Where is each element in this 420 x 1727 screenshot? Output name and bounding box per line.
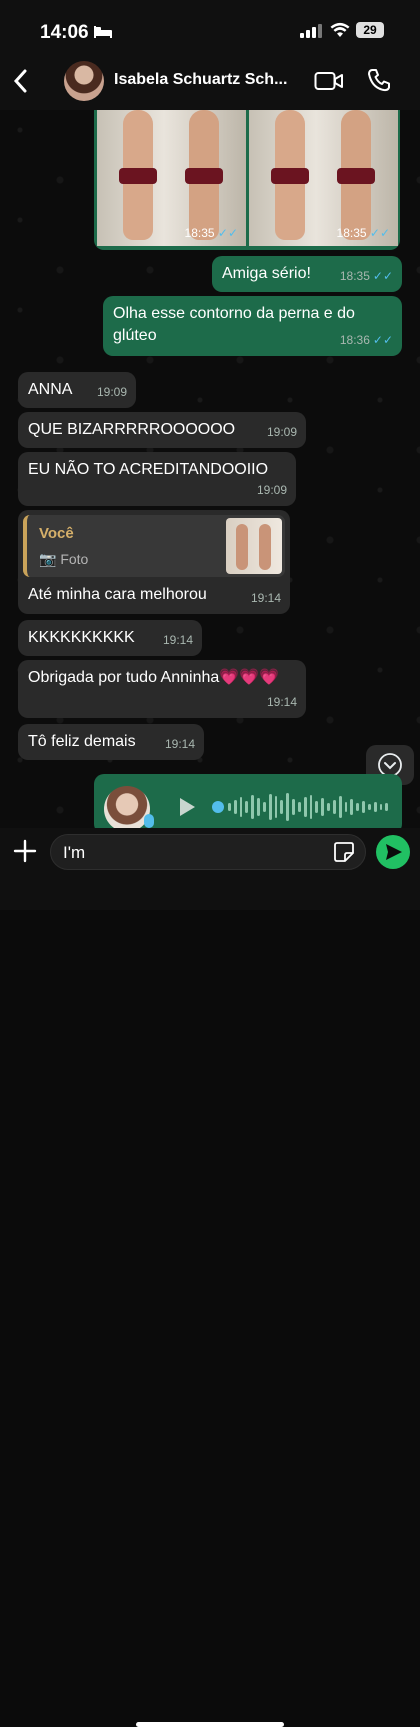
camera-icon: 📷 xyxy=(39,551,57,567)
contact-name[interactable]: Isabela Schuartz Sch... xyxy=(114,71,302,89)
back-arrow-icon[interactable] xyxy=(10,66,32,96)
message-meta: 19:09 xyxy=(256,483,287,497)
contact-avatar[interactable] xyxy=(64,61,104,101)
message-text: Tô feliz demais xyxy=(28,733,136,750)
message-meta: 18:35 ✓✓ xyxy=(339,269,393,283)
incoming-message[interactable]: KKKKKKKKKK 19:14 xyxy=(18,620,202,656)
reply-message[interactable]: Você 📷 Foto Até minha cara melhorou 19:1… xyxy=(18,510,290,614)
message-meta: 19:14 xyxy=(162,633,193,647)
photo-thumbnail[interactable]: 18:35 ✓✓ xyxy=(97,110,246,246)
playback-slider-thumb[interactable] xyxy=(212,801,224,813)
message-text: Obrigada por tudo Anninha💗💗💗 xyxy=(28,669,280,686)
send-icon xyxy=(386,844,402,860)
wifi-icon xyxy=(330,22,350,37)
message-text: QUE BIZARRRRROOOOOO xyxy=(28,421,236,438)
message-text: Até minha cara melhorou xyxy=(28,586,207,603)
message-input-text[interactable]: I'm xyxy=(63,843,85,863)
incoming-message[interactable]: ANNA 19:09 xyxy=(18,372,136,408)
send-button[interactable] xyxy=(376,835,410,869)
quoted-message[interactable]: Você 📷 Foto xyxy=(23,515,285,577)
message-meta: 19:14 xyxy=(266,695,297,709)
message-text: ANNA xyxy=(28,381,73,398)
bed-icon xyxy=(94,26,112,38)
image-meta: 18:35 ✓✓ xyxy=(184,226,238,240)
quote-type: 📷 Foto xyxy=(39,551,89,567)
incoming-message[interactable]: Obrigada por tudo Anninha💗💗💗 19:14 xyxy=(18,660,306,718)
message-text: KKKKKKKKKK xyxy=(28,629,135,646)
message-text: Amiga sério! xyxy=(222,265,311,282)
home-indicator xyxy=(136,1722,284,1727)
quote-author: Você xyxy=(39,525,74,542)
message-input[interactable]: I'm xyxy=(50,834,366,870)
message-meta: 19:14 xyxy=(250,591,281,605)
plus-icon[interactable] xyxy=(12,838,38,864)
sticker-icon[interactable] xyxy=(333,841,355,863)
audio-waveform[interactable] xyxy=(228,792,389,822)
outgoing-message[interactable]: Amiga sério! 18:35 ✓✓ xyxy=(212,256,402,292)
read-ticks-icon: ✓✓ xyxy=(369,226,390,240)
incoming-message[interactable]: Tô feliz demais 19:14 xyxy=(18,724,204,760)
play-icon[interactable] xyxy=(178,797,196,817)
status-time: 14:06 xyxy=(40,22,89,43)
message-meta: 19:09 xyxy=(266,425,297,439)
quote-photo-thumbnail xyxy=(226,518,282,574)
message-text: EU NÃO TO ACREDITANDOOIIO xyxy=(28,461,269,478)
image-message[interactable]: 18:35 ✓✓ 18:35 ✓✓ xyxy=(94,110,400,250)
message-meta: 19:09 xyxy=(96,385,127,399)
outgoing-message[interactable]: Olha esse contorno da perna e do glúteo … xyxy=(103,296,402,356)
chat-header: Isabela Schuartz Sch... xyxy=(0,52,420,111)
read-ticks-icon: ✓✓ xyxy=(372,269,393,283)
phone-call-icon[interactable] xyxy=(367,68,391,92)
signal-icon xyxy=(300,24,322,38)
message-composer: I'm xyxy=(0,828,420,1727)
message-text: Olha esse contorno da perna e do glúteo xyxy=(113,305,355,344)
mic-icon xyxy=(144,814,154,828)
image-meta: 18:35 ✓✓ xyxy=(336,226,390,240)
incoming-message[interactable]: EU NÃO TO ACREDITANDOOIIO 19:09 xyxy=(18,452,296,506)
incoming-message[interactable]: QUE BIZARRRRROOOOOO 19:09 xyxy=(18,412,306,448)
voice-message[interactable] xyxy=(94,774,402,828)
read-ticks-icon: ✓✓ xyxy=(217,226,238,240)
status-bar: 14:06 29 xyxy=(0,0,420,52)
battery-indicator: 29 xyxy=(356,22,384,38)
video-call-icon[interactable] xyxy=(314,70,344,92)
message-meta: 19:14 xyxy=(164,737,195,751)
message-meta: 18:36 ✓✓ xyxy=(339,333,393,347)
message-list[interactable]: 18:35 ✓✓ 18:35 ✓✓ Amiga sério! 18:35 ✓✓ O… xyxy=(0,110,420,828)
photo-thumbnail[interactable]: 18:35 ✓✓ xyxy=(249,110,398,246)
read-ticks-icon: ✓✓ xyxy=(372,333,393,347)
